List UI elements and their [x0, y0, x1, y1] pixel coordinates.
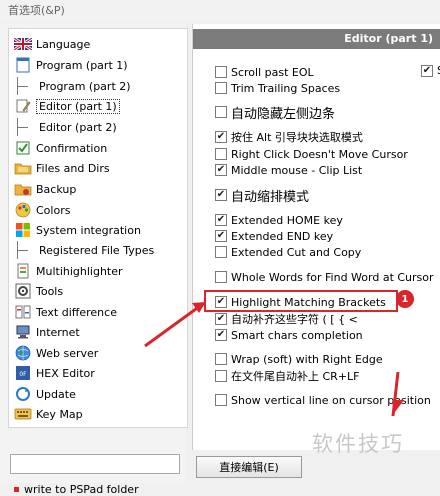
watermark: 软件技巧: [312, 432, 404, 456]
annotation-arrow-right: [391, 371, 404, 417]
annotation-arrows: [144, 302, 404, 417]
red-marker-icon: [14, 487, 19, 492]
annotation-arrow-left: [144, 302, 206, 348]
write-to-folder-option[interactable]: write to PSPad folder: [14, 483, 139, 496]
edit-directly-button[interactable]: 直接编辑(E): [196, 456, 302, 478]
write-to-folder-label: write to PSPad folder: [24, 483, 139, 496]
